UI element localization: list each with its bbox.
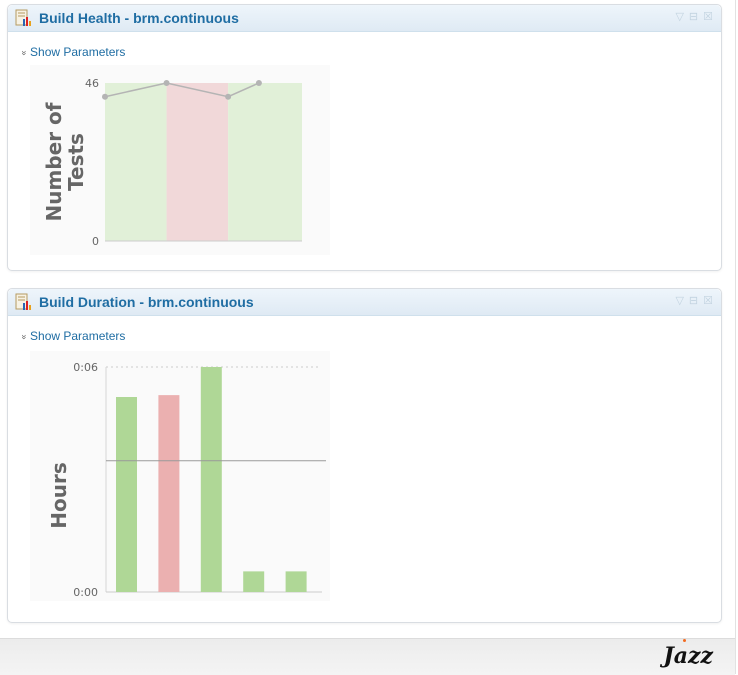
build-duration-chart: 0:06 0:00 Hours xyxy=(30,351,330,601)
y-tick-label: 0:06 xyxy=(73,361,98,374)
report-icon xyxy=(15,293,31,310)
y-axis-label: Hours xyxy=(47,462,71,528)
build-duration-widget: Build Duration - brm.continuous ▽ ⊟ ☒ »S… xyxy=(7,288,722,623)
logo-text: Jazz xyxy=(663,643,713,669)
data-point[interactable] xyxy=(255,80,262,86)
show-parameters-label: Show Parameters xyxy=(30,45,126,59)
duration-bar[interactable] xyxy=(116,397,137,592)
show-parameters-label: Show Parameters xyxy=(30,329,126,343)
chevron-down-icon: » xyxy=(19,50,30,56)
duration-bar[interactable] xyxy=(200,367,222,592)
data-point[interactable] xyxy=(225,93,232,100)
build-health-widget: Build Health - brm.continuous ▽ ⊟ ☒ »Sho… xyxy=(7,4,722,271)
y-tick-label: 46 xyxy=(85,77,99,90)
chevron-down-icon: » xyxy=(19,334,30,340)
report-icon xyxy=(15,9,31,26)
status-band-success xyxy=(228,83,302,241)
duration-bar[interactable] xyxy=(243,571,265,592)
build-health-chart: 46 0 Number ofTests xyxy=(30,65,330,255)
data-point[interactable] xyxy=(163,80,170,86)
show-parameters-link[interactable]: »Show Parameters xyxy=(19,45,126,59)
widget-controls: ▽ ⊟ ☒ xyxy=(675,295,713,307)
minimize-icon[interactable]: ⊟ xyxy=(689,295,698,307)
status-band-failure xyxy=(166,83,229,241)
page-right-border xyxy=(735,0,736,674)
y-axis-label-line: Number of xyxy=(42,102,66,221)
close-icon[interactable]: ☒ xyxy=(703,295,713,307)
minimize-icon[interactable]: ⊟ xyxy=(689,11,698,23)
widget-title: Build Health - brm.continuous xyxy=(39,10,239,26)
widget-controls: ▽ ⊟ ☒ xyxy=(675,11,713,23)
logo-dot-icon xyxy=(683,639,687,642)
status-band-success xyxy=(105,83,167,241)
close-icon[interactable]: ☒ xyxy=(703,11,713,23)
menu-icon[interactable]: ▽ xyxy=(675,11,683,23)
y-tick-label: 0 xyxy=(92,235,99,248)
footer-bar: Jazz xyxy=(0,638,735,675)
widget-header: Build Health - brm.continuous ▽ ⊟ ☒ xyxy=(8,5,721,32)
widget-title: Build Duration - brm.continuous xyxy=(39,294,254,310)
data-point[interactable] xyxy=(102,93,108,100)
jazz-logo: Jazz xyxy=(663,639,713,669)
chart-background xyxy=(30,351,330,601)
y-axis-label-line: Tests xyxy=(64,133,88,191)
y-tick-label: 0:00 xyxy=(73,586,98,599)
duration-bar[interactable] xyxy=(158,395,180,592)
menu-icon[interactable]: ▽ xyxy=(675,295,683,307)
widget-header: Build Duration - brm.continuous ▽ ⊟ ☒ xyxy=(8,289,721,316)
show-parameters-link[interactable]: »Show Parameters xyxy=(19,329,126,343)
duration-bar[interactable] xyxy=(285,571,307,592)
